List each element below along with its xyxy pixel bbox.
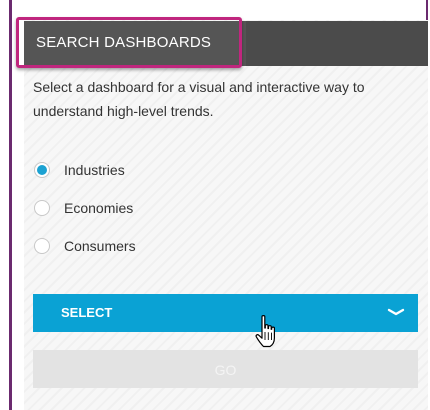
radio-option-consumers[interactable]: Consumers: [34, 235, 136, 257]
chevron-down-icon: [387, 308, 405, 316]
select-label: SELECT: [61, 305, 113, 320]
title-highlight-annotation: [16, 17, 242, 68]
radio-label-industries: Industries: [64, 162, 125, 178]
radio-option-economies[interactable]: Economies: [34, 197, 133, 219]
panel-description: Select a dashboard for a visual and inte…: [33, 79, 365, 119]
radio-button[interactable]: [34, 200, 50, 216]
radio-option-industries[interactable]: Industries: [34, 159, 125, 181]
page-frame: SEARCH DASHBOARDS Select a dashboard for…: [0, 0, 430, 410]
radio-button-checked[interactable]: [34, 162, 50, 178]
frame-border-left: [9, 0, 12, 410]
radio-button[interactable]: [34, 238, 50, 254]
radio-label-consumers: Consumers: [64, 238, 136, 254]
dashboard-select-dropdown[interactable]: SELECT: [33, 294, 418, 332]
go-button[interactable]: GO: [33, 350, 418, 388]
radio-label-economies: Economies: [64, 200, 134, 216]
hand-pointer-icon: [255, 315, 275, 348]
radio-dot: [37, 165, 47, 175]
go-button-label: GO: [214, 362, 237, 378]
